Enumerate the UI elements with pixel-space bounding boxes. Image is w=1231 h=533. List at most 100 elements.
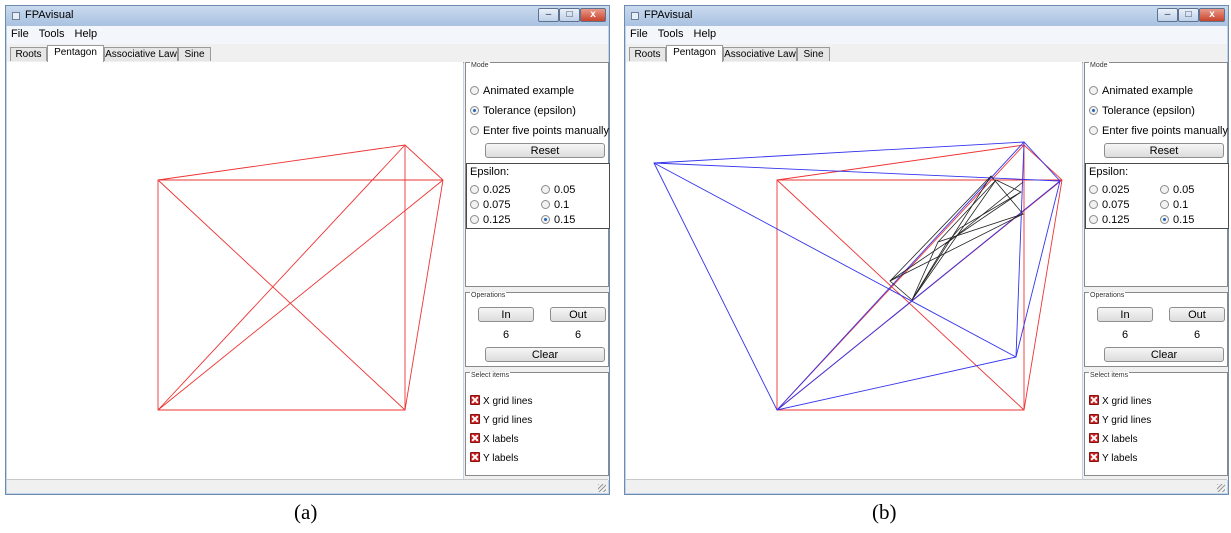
radio-icon[interactable] [1089, 126, 1098, 135]
select-items-group: Select items X grid lines Y grid lines X… [1084, 372, 1228, 476]
resize-grip-icon[interactable] [1217, 484, 1225, 492]
tab-roots[interactable]: Roots [629, 47, 666, 61]
y-grid-lines-checkbox[interactable]: Y grid lines [470, 414, 532, 426]
radio-icon[interactable] [1089, 86, 1098, 95]
checkbox-checked-icon[interactable] [470, 452, 480, 462]
in-button[interactable]: In [478, 307, 534, 322]
epsilon-option[interactable]: 0.05 [541, 184, 575, 196]
resize-grip-icon[interactable] [598, 484, 606, 492]
radio-selected-icon[interactable] [541, 215, 550, 224]
y-labels-checkbox[interactable]: Y labels [470, 452, 518, 464]
pentagon-plot [157, 144, 444, 411]
menu-help[interactable]: Help [690, 26, 720, 40]
mode-option-label: Animated example [483, 85, 575, 97]
radio-icon[interactable] [470, 200, 479, 209]
radio-selected-icon[interactable] [1089, 106, 1098, 115]
y-grid-lines-checkbox[interactable]: Y grid lines [1089, 414, 1151, 426]
radio-selected-icon[interactable] [470, 106, 479, 115]
close-button[interactable]: x [1199, 8, 1225, 22]
radio-icon[interactable] [541, 200, 550, 209]
menu-file[interactable]: File [626, 26, 651, 40]
out-button[interactable]: Out [1169, 307, 1225, 322]
in-count: 6 [502, 329, 510, 341]
y-labels-checkbox[interactable]: Y labels [1089, 452, 1137, 464]
operations-group: Operations In Out 6 6 Clear [465, 292, 609, 367]
tab-associative-law[interactable]: Associative Law [723, 47, 797, 61]
epsilon-option[interactable]: 0.1 [541, 199, 569, 211]
tab-pentagon[interactable]: Pentagon [666, 45, 723, 62]
tab-associative-law[interactable]: Associative Law [104, 47, 178, 61]
radio-icon[interactable] [1160, 185, 1169, 194]
in-button[interactable]: In [1097, 307, 1153, 322]
status-bar [7, 479, 608, 493]
drawing-canvas[interactable] [7, 62, 463, 480]
radio-icon[interactable] [541, 185, 550, 194]
radio-icon[interactable] [1089, 200, 1098, 209]
epsilon-option[interactable]: 0.15 [541, 214, 575, 226]
radio-icon[interactable] [1089, 185, 1098, 194]
menu-file[interactable]: File [7, 26, 32, 40]
black-pentagon [911, 179, 1022, 301]
epsilon-option[interactable]: 0.15 [1160, 214, 1194, 226]
radio-icon[interactable] [470, 126, 479, 135]
mode-option-manual[interactable]: Enter five points manually [1089, 125, 1228, 137]
radio-icon[interactable] [1160, 200, 1169, 209]
checkbox-checked-icon[interactable] [470, 433, 480, 443]
checkbox-label: Y labels [483, 453, 519, 464]
tab-pentagon[interactable]: Pentagon [47, 45, 104, 62]
maximize-button[interactable]: □ [559, 8, 580, 22]
tab-roots[interactable]: Roots [10, 47, 47, 61]
radio-icon[interactable] [470, 185, 479, 194]
clear-button[interactable]: Clear [485, 347, 605, 362]
title-bar[interactable]: FPAvisual – □ x [625, 6, 1228, 26]
menu-tools[interactable]: Tools [35, 26, 68, 40]
radio-selected-icon[interactable] [1160, 215, 1169, 224]
epsilon-option[interactable]: 0.075 [470, 199, 511, 211]
radio-icon[interactable] [470, 86, 479, 95]
radio-icon[interactable] [470, 215, 479, 224]
mode-option-tolerance[interactable]: Tolerance (epsilon) [470, 105, 576, 117]
mode-option-manual[interactable]: Enter five points manually [470, 125, 609, 137]
tab-sine[interactable]: Sine [178, 47, 211, 61]
checkbox-checked-icon[interactable] [470, 414, 480, 424]
epsilon-option[interactable]: 0.025 [1089, 184, 1130, 196]
title-bar[interactable]: FPAvisual – □ x [6, 6, 609, 26]
x-labels-checkbox[interactable]: X labels [1089, 433, 1138, 445]
x-grid-lines-checkbox[interactable]: X grid lines [470, 395, 532, 407]
epsilon-option[interactable]: 0.1 [1160, 199, 1188, 211]
reset-button[interactable]: Reset [1104, 143, 1224, 158]
minimize-button[interactable]: – [1157, 8, 1178, 22]
checkbox-checked-icon[interactable] [1089, 395, 1099, 405]
maximize-button[interactable]: □ [1178, 8, 1199, 22]
mode-option-tolerance[interactable]: Tolerance (epsilon) [1089, 105, 1195, 117]
status-bar [626, 479, 1227, 493]
checkbox-checked-icon[interactable] [1089, 433, 1099, 443]
out-count: 6 [574, 329, 582, 341]
checkbox-checked-icon[interactable] [470, 395, 480, 405]
checkbox-checked-icon[interactable] [1089, 452, 1099, 462]
black-pentagon [889, 175, 1024, 301]
out-button[interactable]: Out [550, 307, 606, 322]
x-labels-checkbox[interactable]: X labels [470, 433, 519, 445]
menu-help[interactable]: Help [71, 26, 101, 40]
mode-option-animated[interactable]: Animated example [470, 85, 574, 97]
checkbox-label: Y grid lines [483, 415, 533, 426]
tab-sine[interactable]: Sine [797, 47, 830, 61]
reset-button[interactable]: Reset [485, 143, 605, 158]
epsilon-option[interactable]: 0.025 [470, 184, 511, 196]
mode-title: Mode [470, 62, 490, 69]
close-button[interactable]: x [580, 8, 606, 22]
epsilon-label: 0.15 [554, 214, 576, 226]
epsilon-option[interactable]: 0.075 [1089, 199, 1130, 211]
checkbox-checked-icon[interactable] [1089, 414, 1099, 424]
epsilon-option[interactable]: 0.125 [470, 214, 511, 226]
minimize-button[interactable]: – [538, 8, 559, 22]
x-grid-lines-checkbox[interactable]: X grid lines [1089, 395, 1151, 407]
menu-tools[interactable]: Tools [654, 26, 687, 40]
drawing-canvas[interactable] [626, 62, 1082, 480]
mode-option-animated[interactable]: Animated example [1089, 85, 1193, 97]
epsilon-option[interactable]: 0.125 [1089, 214, 1130, 226]
epsilon-option[interactable]: 0.05 [1160, 184, 1194, 196]
clear-button[interactable]: Clear [1104, 347, 1224, 362]
radio-icon[interactable] [1089, 215, 1098, 224]
